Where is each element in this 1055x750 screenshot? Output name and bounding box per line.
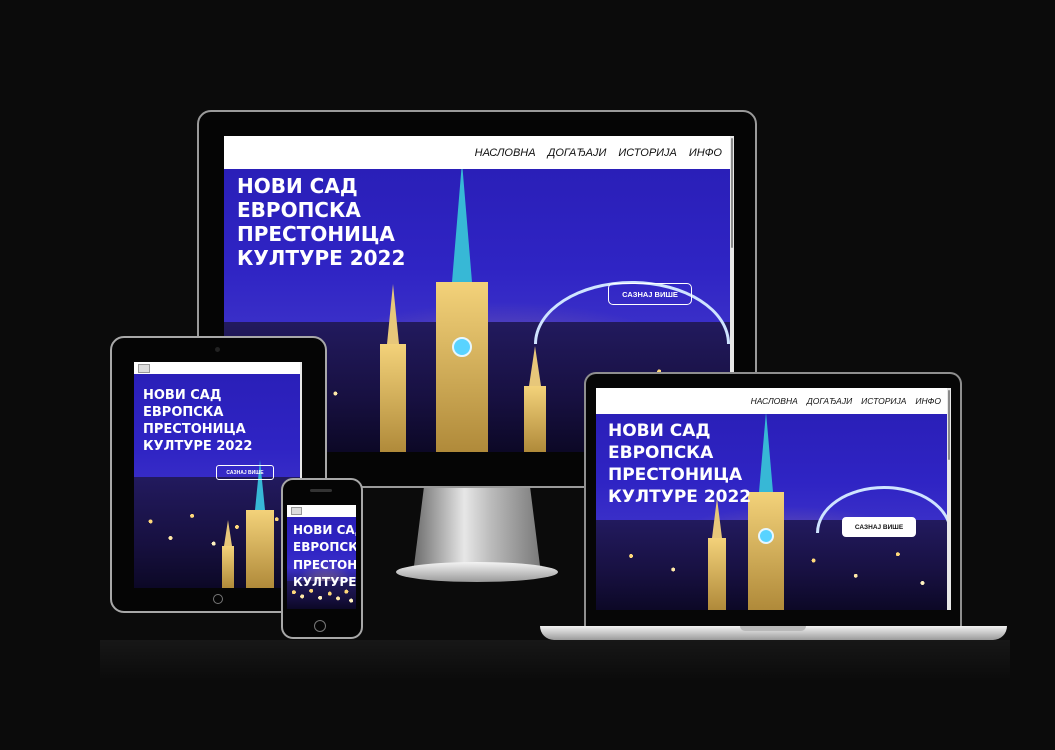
church-tower <box>380 272 406 452</box>
church-tower-2 <box>524 342 546 452</box>
church-tower <box>222 518 234 588</box>
menu-icon[interactable] <box>138 364 150 373</box>
laptop-navbar: НАСЛОВНА ДОГАЂАЈИ ИСТОРИЈА ИНФО <box>596 388 951 414</box>
learn-more-button[interactable]: САЗНАЈ ВИШЕ <box>216 465 274 480</box>
tablet-home-button[interactable] <box>213 594 223 604</box>
nav-link-history[interactable]: ИСТОРИЈА <box>618 147 677 159</box>
monitor-stand-neck <box>414 486 540 566</box>
desktop-navbar: НАСЛОВНА ДОГАЂАЈИ ИСТОРИЈА ИНФО <box>224 136 734 169</box>
hero-heading: НОВИ САД ЕВРОПСКА ПРЕСТОНИЦА КУЛТУРЕ 202… <box>143 388 253 454</box>
nav-link-events[interactable]: ДОГАЂАЈИ <box>807 396 852 406</box>
tablet-camera <box>215 347 220 352</box>
nav-link-home[interactable]: НАСЛОВНА <box>751 396 798 406</box>
nav-link-history[interactable]: ИСТОРИЈА <box>861 396 906 406</box>
hero-image: НОВИ САД ЕВРОПСКА ПРЕСТОНИЦА КУЛТУРЕ 202… <box>596 414 947 610</box>
scrollbar[interactable] <box>947 388 951 610</box>
nav-link-info[interactable]: ИНФО <box>689 147 722 159</box>
tablet-topbar <box>134 362 302 374</box>
laptop-screen: НАСЛОВНА ДОГАЂАЈИ ИСТОРИЈА ИНФО НОВИ САД… <box>596 388 951 610</box>
hero-heading: НОВИ САД ЕВРОПСКА ПРЕСТОНИЦА КУЛТУРЕ 202… <box>293 523 356 590</box>
floor-reflection <box>100 640 1010 680</box>
nav-link-home[interactable]: НАСЛОВНА <box>475 147 536 159</box>
menu-icon[interactable] <box>291 507 302 515</box>
hero-heading: НОВИ САД ЕВРОПСКА ПРЕСТОНИЦА КУЛТУРЕ 202… <box>608 421 752 508</box>
phone-speaker <box>310 489 332 492</box>
tablet-screen: НОВИ САД ЕВРОПСКА ПРЕСТОНИЦА КУЛТУРЕ 202… <box>134 362 302 588</box>
learn-more-button[interactable]: САЗНАЈ ВИШЕ <box>842 517 916 537</box>
city-lights <box>134 476 300 588</box>
phone-home-button[interactable] <box>314 620 326 632</box>
monitor-stand-base <box>396 562 558 582</box>
phone-screen: НОВИ САД ЕВРОПСКА ПРЕСТОНИЦА КУЛТУРЕ 202… <box>287 505 356 609</box>
nav-link-info[interactable]: ИНФО <box>915 396 941 406</box>
hero-image: НОВИ САД ЕВРОПСКА ПРЕСТОНИЦА КУЛТУРЕ 202… <box>134 374 300 588</box>
cathedral <box>748 414 784 610</box>
hero-heading: НОВИ САД ЕВРОПСКА ПРЕСТОНИЦА КУЛТУРЕ 202… <box>237 174 406 270</box>
learn-more-button[interactable]: САЗНАЈ ВИШЕ <box>608 283 692 305</box>
nav-link-events[interactable]: ДОГАЂАЈИ <box>548 147 607 159</box>
laptop-trackpad-notch <box>740 626 806 631</box>
cathedral <box>436 169 488 452</box>
hero-image: НОВИ САД ЕВРОПСКА ПРЕСТОНИЦА КУЛТУРЕ 202… <box>287 517 356 609</box>
